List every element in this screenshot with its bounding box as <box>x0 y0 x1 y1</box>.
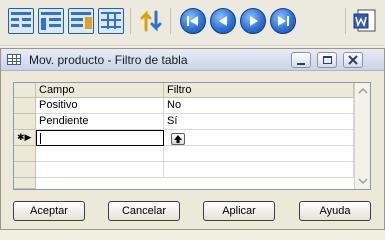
new-row-marker[interactable]: ✱▶ <box>14 130 36 146</box>
text-caret <box>40 133 41 144</box>
campo-cell[interactable]: Positivo <box>36 98 164 114</box>
close-button[interactable] <box>343 52 363 68</box>
row-selector[interactable] <box>14 162 36 178</box>
row-selector[interactable] <box>14 146 36 162</box>
empty-cell[interactable] <box>164 146 354 162</box>
window-title: Mov. producto - Filtro de tabla <box>29 53 188 67</box>
row-selector[interactable] <box>14 98 36 114</box>
filter-window: Mov. producto - Filtro de tabla Campo Fi… <box>0 48 385 230</box>
column-header-filtro[interactable]: Filtro <box>164 83 354 98</box>
scroll-up-icon[interactable] <box>355 83 371 99</box>
vertical-scrollbar[interactable] <box>354 83 370 189</box>
grid-icon[interactable] <box>98 8 124 34</box>
last-record-icon[interactable] <box>270 8 296 34</box>
row-selector[interactable] <box>14 178 36 189</box>
word-export-icon[interactable] <box>352 8 378 34</box>
campo-cell[interactable]: Pendiente <box>36 114 164 130</box>
title-bar: Mov. producto - Filtro de tabla <box>1 49 384 71</box>
row-header-corner <box>14 83 36 98</box>
empty-cell[interactable] <box>164 162 354 178</box>
campo-input[interactable] <box>36 130 185 146</box>
minimize-button[interactable] <box>291 52 311 68</box>
list-view-icon[interactable] <box>38 8 64 34</box>
empty-cell[interactable] <box>36 146 164 162</box>
edit-table-icon[interactable] <box>68 8 94 34</box>
scroll-down-icon[interactable] <box>355 173 371 189</box>
sort-icon[interactable] <box>138 8 164 34</box>
table-view-icon[interactable] <box>8 8 34 34</box>
restore-button[interactable] <box>317 52 337 68</box>
filtro-cell[interactable] <box>164 130 354 146</box>
filtro-cell[interactable]: Sí <box>164 114 354 130</box>
empty-cell[interactable] <box>36 162 164 178</box>
previous-record-icon[interactable] <box>210 8 236 34</box>
row-selector[interactable] <box>14 114 36 130</box>
accept-button[interactable]: Aceptar <box>13 201 85 221</box>
filter-grid: Campo Filtro Positivo No Pendiente Sí ✱▶ <box>13 82 371 190</box>
help-button[interactable]: Ayuda <box>299 201 371 221</box>
cancel-button[interactable]: Cancelar <box>108 201 180 221</box>
toolbar <box>0 0 385 46</box>
first-record-icon[interactable] <box>180 8 206 34</box>
filtro-cell[interactable]: No <box>164 98 354 114</box>
next-record-icon[interactable] <box>240 8 266 34</box>
apply-button[interactable]: Aplicar <box>203 201 275 221</box>
table-icon <box>7 54 21 65</box>
column-header-campo[interactable]: Campo <box>36 83 164 98</box>
